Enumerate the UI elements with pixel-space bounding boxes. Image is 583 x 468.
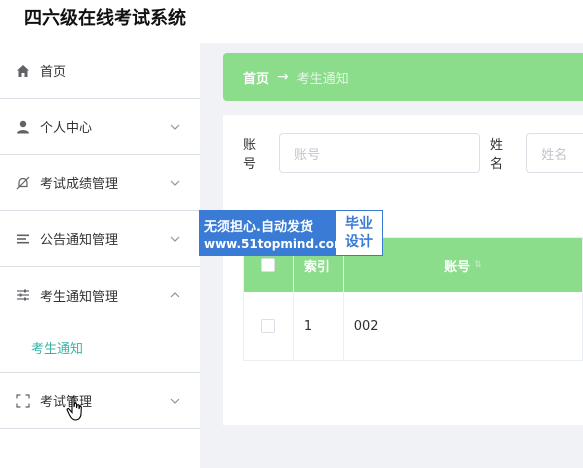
breadcrumb-home[interactable]: 首页 (243, 68, 269, 87)
account-label: 账号 (243, 138, 257, 172)
chevron-down-icon (170, 180, 180, 186)
name-placeholder: 姓名 (541, 147, 568, 163)
name-input[interactable]: 姓名 (526, 133, 583, 173)
row-select[interactable] (244, 292, 294, 360)
sidebar-item-label: 公告通知管理 (40, 233, 119, 248)
account-input[interactable]: 账号 (279, 133, 481, 173)
chevron-down-icon (170, 398, 180, 404)
watermark-line2: www.51topmind.com (204, 236, 347, 251)
account-placeholder: 账号 (294, 147, 321, 163)
watermark-side1: 毕业 (345, 216, 373, 232)
sidebar-item-exam-mgmt[interactable]: 考试管理 (0, 373, 200, 429)
list-icon (15, 231, 31, 247)
sliders-icon (15, 287, 31, 303)
fullscreen-icon (15, 393, 31, 409)
content-panel: 账号 账号 姓名 姓名 索引 账号 ⇅ 1 002 (223, 115, 583, 425)
row-index: 1 (294, 292, 344, 360)
sidebar-item-label: 首页 (40, 65, 67, 80)
home-icon (15, 63, 31, 79)
row-account: 002 (344, 292, 583, 360)
sidebar-item-label: 个人中心 (40, 121, 93, 136)
app-title: 四六级在线考试系统 (24, 8, 186, 29)
chevron-down-icon (170, 124, 180, 130)
chevron-up-icon (170, 292, 180, 298)
search-form: 账号 账号 姓名 姓名 (243, 133, 583, 173)
bell-off-icon (15, 175, 31, 191)
sidebar: 首页 个人中心 考试成绩管理 公告通知管理 考生通知管理 考生通知 考试管理 (0, 43, 200, 468)
hand-cursor-icon (66, 396, 82, 421)
sidebar-item-student-notice-mgmt[interactable]: 考生通知管理 (0, 267, 200, 323)
sidebar-item-label: 考生通知管理 (40, 289, 119, 305)
header-account-label: 账号 (444, 259, 471, 275)
sidebar-item-label: 考试成绩管理 (40, 177, 119, 192)
sidebar-item-home[interactable]: 首页 (0, 43, 200, 99)
watermark-side: 毕业 设计 (336, 211, 382, 255)
chevron-down-icon (170, 236, 180, 242)
select-all-checkbox[interactable] (261, 258, 276, 272)
sidebar-subitem-student-notice[interactable]: 考生通知 (0, 323, 200, 373)
watermark-line1: 无须担心.自动发货 (204, 219, 313, 235)
sort-icon[interactable]: ⇅ (474, 260, 482, 270)
watermark-side2: 设计 (345, 234, 373, 250)
watermark-main: 无须担心.自动发货 www.51topmind.com (200, 211, 347, 255)
breadcrumb-separator: → (277, 69, 289, 85)
row-checkbox[interactable] (261, 319, 276, 333)
sidebar-item-exam-scores[interactable]: 考试成绩管理 (0, 155, 200, 211)
breadcrumb: 首页 → 考生通知 (223, 53, 583, 101)
user-icon (15, 119, 31, 135)
name-label: 姓名 (490, 138, 504, 172)
sidebar-item-announcements[interactable]: 公告通知管理 (0, 211, 200, 267)
sidebar-item-personal-center[interactable]: 个人中心 (0, 99, 200, 155)
table-row[interactable]: 1 002 (244, 292, 583, 360)
watermark-banner: 无须担心.自动发货 www.51topmind.com 毕业 设计 (199, 210, 383, 256)
breadcrumb-current: 考生通知 (296, 71, 349, 87)
